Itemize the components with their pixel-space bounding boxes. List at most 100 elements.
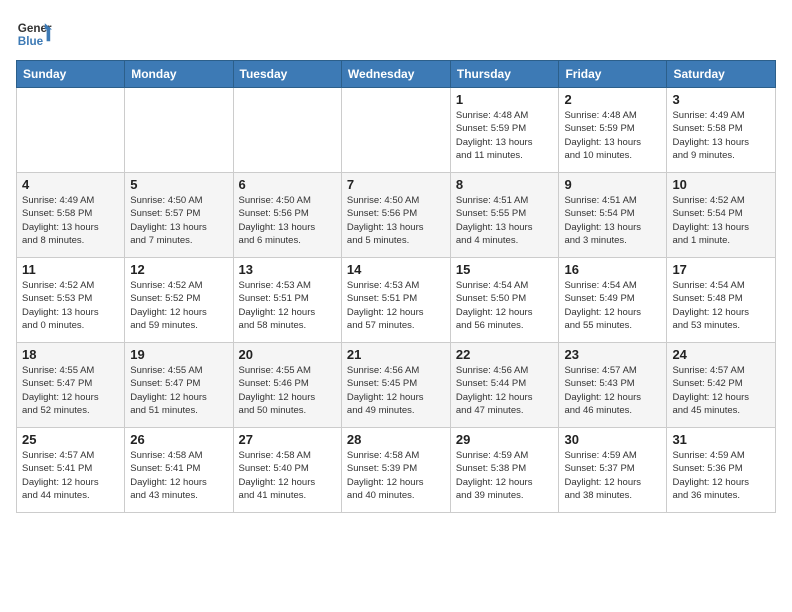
calendar-cell: 16 Sunrise: 4:54 AM Sunset: 5:49 PM Dayli… bbox=[559, 258, 667, 343]
svg-text:Blue: Blue bbox=[18, 35, 44, 48]
page-header: General Blue bbox=[16, 16, 776, 52]
day-number: 31 bbox=[672, 432, 770, 447]
day-number: 1 bbox=[456, 92, 554, 107]
day-info: Sunrise: 4:58 AM Sunset: 5:40 PM Dayligh… bbox=[239, 449, 336, 502]
calendar-cell: 23 Sunrise: 4:57 AM Sunset: 5:43 PM Dayli… bbox=[559, 343, 667, 428]
calendar-cell: 24 Sunrise: 4:57 AM Sunset: 5:42 PM Dayli… bbox=[667, 343, 776, 428]
day-number: 13 bbox=[239, 262, 336, 277]
calendar-cell: 7Sunrise: 4:50 AM Sunset: 5:56 PM Daylig… bbox=[341, 173, 450, 258]
day-info: Sunrise: 4:50 AM Sunset: 5:56 PM Dayligh… bbox=[239, 194, 336, 247]
col-header-monday: Monday bbox=[125, 61, 233, 88]
calendar-cell: 14 Sunrise: 4:53 AM Sunset: 5:51 PM Dayli… bbox=[341, 258, 450, 343]
logo-icon: General Blue bbox=[16, 16, 52, 52]
day-info: Sunrise: 4:51 AM Sunset: 5:54 PM Dayligh… bbox=[564, 194, 661, 247]
logo: General Blue bbox=[16, 16, 52, 52]
day-info: Sunrise: 4:53 AM Sunset: 5:51 PM Dayligh… bbox=[347, 279, 445, 332]
day-info: Sunrise: 4:57 AM Sunset: 5:42 PM Dayligh… bbox=[672, 364, 770, 417]
day-number: 2 bbox=[564, 92, 661, 107]
calendar-cell: 15 Sunrise: 4:54 AM Sunset: 5:50 PM Dayli… bbox=[450, 258, 559, 343]
day-number: 6 bbox=[239, 177, 336, 192]
col-header-wednesday: Wednesday bbox=[341, 61, 450, 88]
day-info: Sunrise: 4:55 AM Sunset: 5:47 PM Dayligh… bbox=[130, 364, 227, 417]
day-info: Sunrise: 4:59 AM Sunset: 5:37 PM Dayligh… bbox=[564, 449, 661, 502]
day-info: Sunrise: 4:54 AM Sunset: 5:49 PM Dayligh… bbox=[564, 279, 661, 332]
day-number: 26 bbox=[130, 432, 227, 447]
calendar-table: SundayMondayTuesdayWednesdayThursdayFrid… bbox=[16, 60, 776, 513]
day-info: Sunrise: 4:59 AM Sunset: 5:36 PM Dayligh… bbox=[672, 449, 770, 502]
calendar-cell: 5Sunrise: 4:50 AM Sunset: 5:57 PM Daylig… bbox=[125, 173, 233, 258]
calendar-cell: 27 Sunrise: 4:58 AM Sunset: 5:40 PM Dayli… bbox=[233, 428, 341, 513]
calendar-cell: 30 Sunrise: 4:59 AM Sunset: 5:37 PM Dayli… bbox=[559, 428, 667, 513]
day-info: Sunrise: 4:52 AM Sunset: 5:53 PM Dayligh… bbox=[22, 279, 119, 332]
calendar-cell: 9 Sunrise: 4:51 AM Sunset: 5:54 PM Daylig… bbox=[559, 173, 667, 258]
calendar-cell: 31 Sunrise: 4:59 AM Sunset: 5:36 PM Dayli… bbox=[667, 428, 776, 513]
calendar-cell: 18 Sunrise: 4:55 AM Sunset: 5:47 PM Dayli… bbox=[17, 343, 125, 428]
calendar-cell bbox=[341, 88, 450, 173]
day-info: Sunrise: 4:55 AM Sunset: 5:46 PM Dayligh… bbox=[239, 364, 336, 417]
calendar-cell: 2 Sunrise: 4:48 AM Sunset: 5:59 PM Daylig… bbox=[559, 88, 667, 173]
day-info: Sunrise: 4:53 AM Sunset: 5:51 PM Dayligh… bbox=[239, 279, 336, 332]
day-info: Sunrise: 4:54 AM Sunset: 5:48 PM Dayligh… bbox=[672, 279, 770, 332]
col-header-thursday: Thursday bbox=[450, 61, 559, 88]
day-number: 11 bbox=[22, 262, 119, 277]
day-number: 24 bbox=[672, 347, 770, 362]
calendar-cell: 10 Sunrise: 4:52 AM Sunset: 5:54 PM Dayli… bbox=[667, 173, 776, 258]
calendar-cell: 6 Sunrise: 4:50 AM Sunset: 5:56 PM Daylig… bbox=[233, 173, 341, 258]
col-header-sunday: Sunday bbox=[17, 61, 125, 88]
day-info: Sunrise: 4:48 AM Sunset: 5:59 PM Dayligh… bbox=[564, 109, 661, 162]
day-number: 25 bbox=[22, 432, 119, 447]
day-info: Sunrise: 4:52 AM Sunset: 5:52 PM Dayligh… bbox=[130, 279, 227, 332]
day-number: 4 bbox=[22, 177, 119, 192]
day-number: 28 bbox=[347, 432, 445, 447]
day-number: 9 bbox=[564, 177, 661, 192]
day-number: 30 bbox=[564, 432, 661, 447]
calendar-cell: 29 Sunrise: 4:59 AM Sunset: 5:38 PM Dayli… bbox=[450, 428, 559, 513]
day-number: 27 bbox=[239, 432, 336, 447]
day-info: Sunrise: 4:50 AM Sunset: 5:57 PM Dayligh… bbox=[130, 194, 227, 247]
day-info: Sunrise: 4:56 AM Sunset: 5:45 PM Dayligh… bbox=[347, 364, 445, 417]
col-header-saturday: Saturday bbox=[667, 61, 776, 88]
calendar-cell: 21Sunrise: 4:56 AM Sunset: 5:45 PM Dayli… bbox=[341, 343, 450, 428]
day-number: 14 bbox=[347, 262, 445, 277]
calendar-cell: 8 Sunrise: 4:51 AM Sunset: 5:55 PM Daylig… bbox=[450, 173, 559, 258]
day-number: 22 bbox=[456, 347, 554, 362]
day-number: 16 bbox=[564, 262, 661, 277]
day-info: Sunrise: 4:51 AM Sunset: 5:55 PM Dayligh… bbox=[456, 194, 554, 247]
calendar-cell: 26Sunrise: 4:58 AM Sunset: 5:41 PM Dayli… bbox=[125, 428, 233, 513]
day-info: Sunrise: 4:57 AM Sunset: 5:41 PM Dayligh… bbox=[22, 449, 119, 502]
day-info: Sunrise: 4:58 AM Sunset: 5:39 PM Dayligh… bbox=[347, 449, 445, 502]
calendar-cell: 28 Sunrise: 4:58 AM Sunset: 5:39 PM Dayli… bbox=[341, 428, 450, 513]
day-number: 23 bbox=[564, 347, 661, 362]
calendar-cell: 22Sunrise: 4:56 AM Sunset: 5:44 PM Dayli… bbox=[450, 343, 559, 428]
day-number: 15 bbox=[456, 262, 554, 277]
calendar-cell: 12 Sunrise: 4:52 AM Sunset: 5:52 PM Dayli… bbox=[125, 258, 233, 343]
calendar-cell: 1 Sunrise: 4:48 AM Sunset: 5:59 PM Daylig… bbox=[450, 88, 559, 173]
calendar-cell: 25 Sunrise: 4:57 AM Sunset: 5:41 PM Dayli… bbox=[17, 428, 125, 513]
calendar-cell: 4Sunrise: 4:49 AM Sunset: 5:58 PM Daylig… bbox=[17, 173, 125, 258]
day-info: Sunrise: 4:48 AM Sunset: 5:59 PM Dayligh… bbox=[456, 109, 554, 162]
day-number: 8 bbox=[456, 177, 554, 192]
calendar-cell: 11 Sunrise: 4:52 AM Sunset: 5:53 PM Dayli… bbox=[17, 258, 125, 343]
day-info: Sunrise: 4:54 AM Sunset: 5:50 PM Dayligh… bbox=[456, 279, 554, 332]
day-info: Sunrise: 4:55 AM Sunset: 5:47 PM Dayligh… bbox=[22, 364, 119, 417]
day-number: 18 bbox=[22, 347, 119, 362]
day-number: 3 bbox=[672, 92, 770, 107]
day-info: Sunrise: 4:49 AM Sunset: 5:58 PM Dayligh… bbox=[672, 109, 770, 162]
day-number: 29 bbox=[456, 432, 554, 447]
calendar-cell bbox=[17, 88, 125, 173]
day-number: 20 bbox=[239, 347, 336, 362]
day-info: Sunrise: 4:57 AM Sunset: 5:43 PM Dayligh… bbox=[564, 364, 661, 417]
day-number: 17 bbox=[672, 262, 770, 277]
day-info: Sunrise: 4:59 AM Sunset: 5:38 PM Dayligh… bbox=[456, 449, 554, 502]
col-header-friday: Friday bbox=[559, 61, 667, 88]
calendar-cell: 13 Sunrise: 4:53 AM Sunset: 5:51 PM Dayli… bbox=[233, 258, 341, 343]
calendar-cell: 17 Sunrise: 4:54 AM Sunset: 5:48 PM Dayli… bbox=[667, 258, 776, 343]
calendar-cell: 20 Sunrise: 4:55 AM Sunset: 5:46 PM Dayli… bbox=[233, 343, 341, 428]
calendar-cell bbox=[233, 88, 341, 173]
calendar-cell: 3 Sunrise: 4:49 AM Sunset: 5:58 PM Daylig… bbox=[667, 88, 776, 173]
calendar-cell: 19Sunrise: 4:55 AM Sunset: 5:47 PM Dayli… bbox=[125, 343, 233, 428]
day-number: 12 bbox=[130, 262, 227, 277]
day-number: 7 bbox=[347, 177, 445, 192]
day-number: 10 bbox=[672, 177, 770, 192]
day-info: Sunrise: 4:52 AM Sunset: 5:54 PM Dayligh… bbox=[672, 194, 770, 247]
